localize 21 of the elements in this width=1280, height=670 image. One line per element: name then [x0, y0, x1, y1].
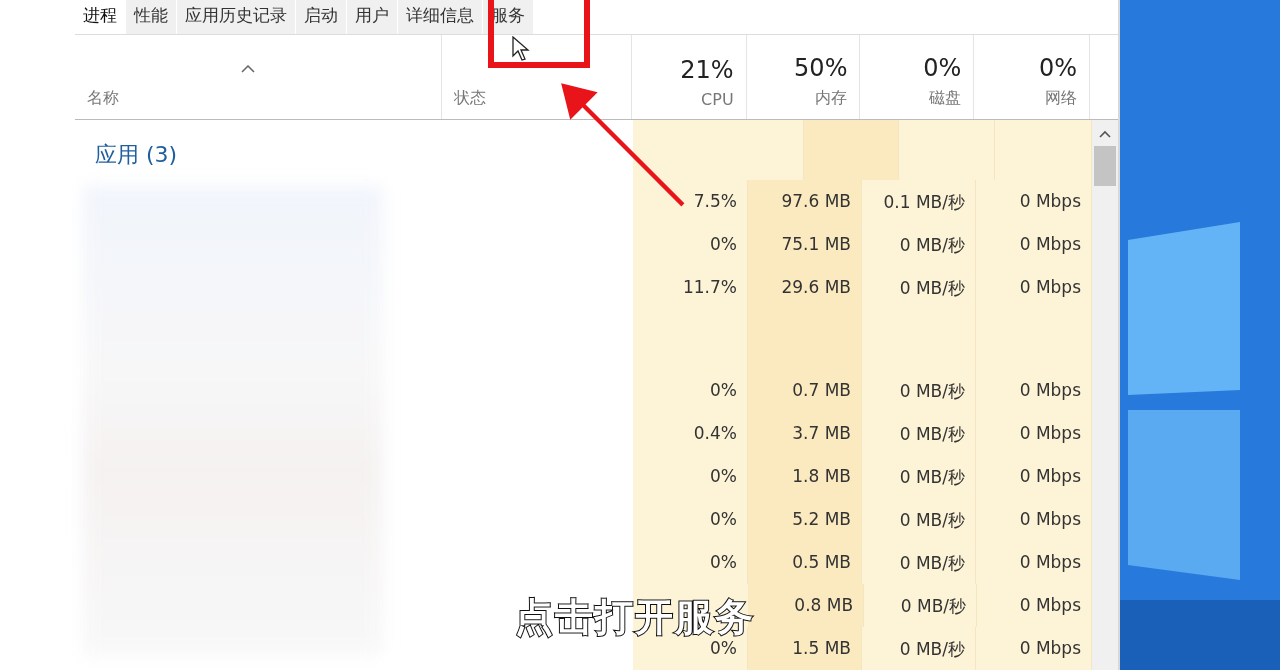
column-header[interactable]: 内存	[815, 88, 848, 109]
column-usage: 0%	[1038, 54, 1078, 82]
column-header[interactable]: 名称	[87, 88, 119, 109]
tab[interactable]: 详细信息	[398, 0, 482, 34]
scroll-thumb[interactable]	[1094, 146, 1116, 186]
column-usage: 0%	[923, 54, 962, 82]
tab[interactable]: 应用历史记录	[177, 0, 295, 34]
column-header[interactable]: CPU	[701, 90, 734, 109]
column-usage: 21%	[680, 56, 734, 84]
column-header[interactable]: 网络	[1045, 88, 1078, 109]
column-header[interactable]: 状态	[454, 88, 487, 109]
tab[interactable]: 启动	[296, 0, 346, 34]
group-title: 应用 (3)	[94, 141, 179, 169]
column-header[interactable]: 磁盘	[929, 88, 962, 109]
sort-caret-icon	[241, 65, 255, 73]
tab[interactable]: 性能	[126, 0, 176, 34]
scroll-up-icon[interactable]	[1099, 130, 1111, 138]
tab[interactable]: 用户	[347, 0, 397, 34]
cursor-icon	[512, 36, 530, 62]
scrollbar[interactable]	[1092, 120, 1118, 670]
column-usage: 50%	[794, 54, 848, 82]
